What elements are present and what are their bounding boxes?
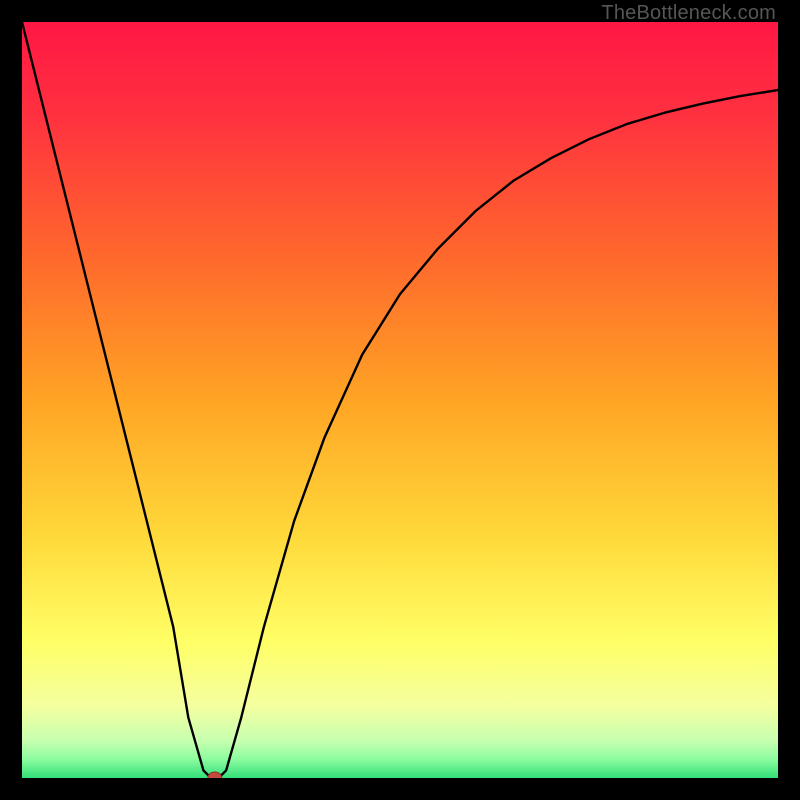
chart-frame	[22, 22, 778, 778]
watermark-text: TheBottleneck.com	[601, 2, 776, 25]
chart-background	[22, 22, 778, 778]
bottleneck-chart	[22, 22, 778, 778]
